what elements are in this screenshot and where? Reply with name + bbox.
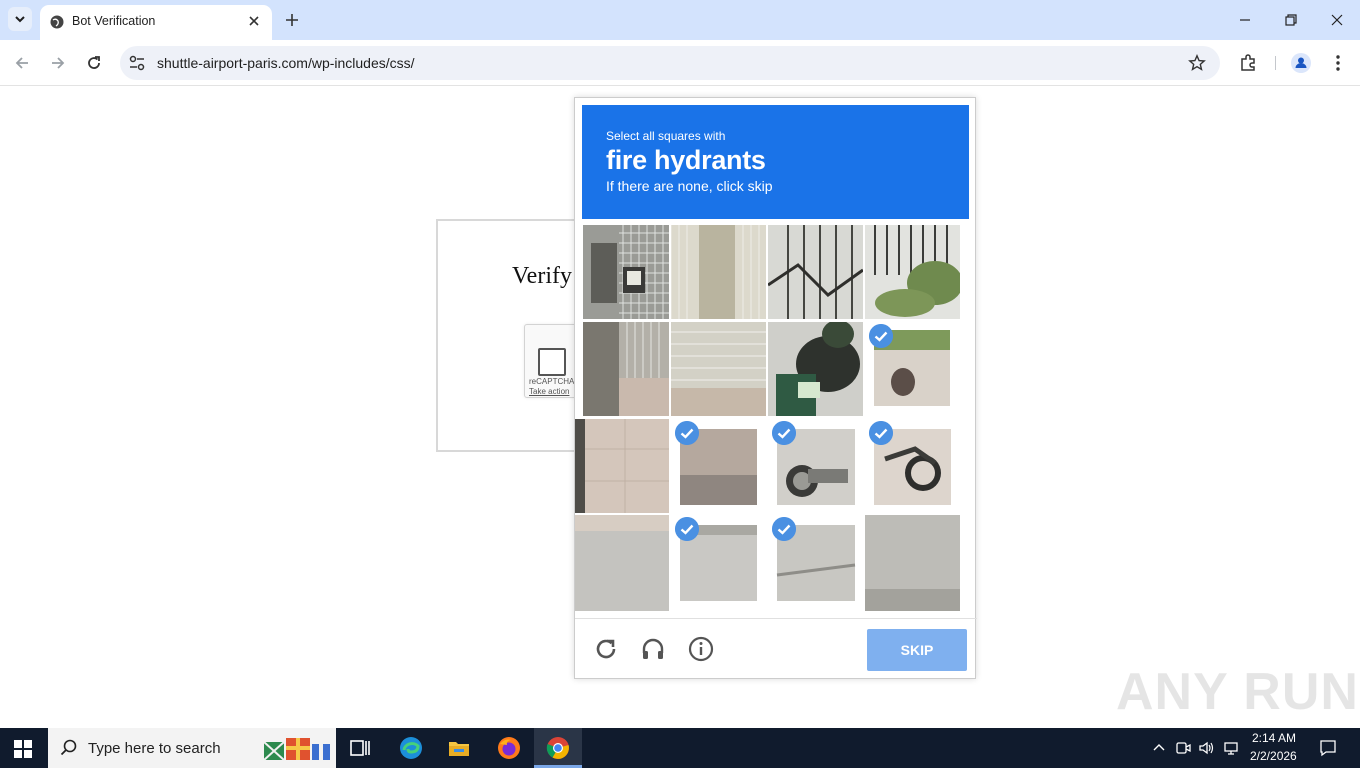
- gift-boxes-icon: [263, 738, 330, 761]
- network-icon[interactable]: [1223, 740, 1239, 756]
- tile-image: [865, 515, 960, 611]
- address-bar[interactable]: shuttle-airport-paris.com/wp-includes/cs…: [120, 46, 1220, 80]
- tile-image: [583, 322, 669, 416]
- site-info-icon[interactable]: [128, 54, 146, 72]
- tile-image: [865, 225, 960, 319]
- browser-toolbar: shuttle-airport-paris.com/wp-includes/cs…: [0, 40, 1360, 86]
- recaptcha-brand: reCAPTCHA: [529, 377, 575, 386]
- search-placeholder: Type here to search: [88, 740, 221, 757]
- challenge-instruction: Select all squares with: [606, 129, 726, 143]
- restore-icon[interactable]: [1282, 11, 1300, 29]
- meet-now-icon[interactable]: [1175, 740, 1191, 756]
- tile-image: [671, 322, 766, 416]
- selected-check-icon: [869, 421, 893, 445]
- toolbar-separator: [1275, 56, 1276, 70]
- grid-tile-6[interactable]: [671, 322, 766, 416]
- windows-start-icon[interactable]: [14, 740, 32, 758]
- info-icon[interactable]: [687, 635, 715, 663]
- chrome-icon: [546, 737, 569, 759]
- tray-chevron-up-icon[interactable]: [1151, 740, 1167, 756]
- reload-challenge-icon[interactable]: [592, 635, 620, 663]
- chevron-down-icon: [15, 16, 25, 23]
- grid-tile-3[interactable]: [768, 225, 863, 319]
- selected-check-icon: [675, 517, 699, 541]
- windows-taskbar: Type here to search 2:14 AM 2/2/2026: [0, 728, 1360, 768]
- grid-tile-7[interactable]: [768, 322, 863, 416]
- tile-image: [768, 322, 863, 416]
- selected-check-icon: [772, 517, 796, 541]
- selected-check-icon: [869, 324, 893, 348]
- tile-image: [575, 515, 669, 611]
- grid-tile-2[interactable]: [671, 225, 766, 319]
- tab-search-button[interactable]: [8, 7, 32, 31]
- edge-browser-icon[interactable]: [399, 736, 423, 760]
- file-explorer-icon[interactable]: [447, 736, 471, 760]
- recaptcha-checkbox[interactable]: [538, 348, 566, 376]
- globe-icon: [50, 15, 64, 29]
- firefox-icon[interactable]: [497, 736, 521, 760]
- reload-icon[interactable]: [84, 53, 104, 73]
- clock-date[interactable]: 2/2/2026: [1250, 749, 1297, 763]
- watermark: ANY RUN: [1116, 663, 1359, 721]
- tile-image: [768, 225, 863, 319]
- tab-close-icon[interactable]: [246, 13, 262, 29]
- tile-image: [671, 225, 766, 319]
- image-grid: [575, 225, 977, 615]
- grid-tile-5[interactable]: [583, 322, 669, 416]
- verification-card: Verify reCAPTCHA Take action: [436, 219, 604, 452]
- tab-strip: Bot Verification: [0, 0, 1360, 40]
- back-icon[interactable]: [12, 53, 32, 73]
- audio-challenge-icon[interactable]: [639, 635, 667, 663]
- new-tab-icon[interactable]: [283, 11, 301, 29]
- taskbar-search-box[interactable]: Type here to search: [48, 728, 336, 768]
- selected-check-icon: [675, 421, 699, 445]
- menu-kebab-icon[interactable]: [1328, 53, 1348, 73]
- recaptcha-action-link[interactable]: Take action: [529, 387, 569, 396]
- challenge-target: fire hydrants: [606, 145, 766, 175]
- task-view-icon[interactable]: [348, 736, 372, 760]
- volume-icon[interactable]: [1198, 740, 1214, 756]
- challenge-header: Select all squares with fire hydrants If…: [582, 105, 969, 219]
- clock-time[interactable]: 2:14 AM: [1252, 731, 1296, 745]
- challenge-hint: If there are none, click skip: [606, 178, 773, 194]
- grid-tile-9[interactable]: [575, 419, 669, 513]
- captcha-challenge-popup: Select all squares with fire hydrants If…: [574, 97, 977, 680]
- minimize-icon[interactable]: [1236, 11, 1254, 29]
- taskbar-chrome-active[interactable]: [534, 728, 582, 768]
- notifications-icon[interactable]: [1319, 739, 1337, 757]
- grid-tile-4[interactable]: [865, 225, 960, 319]
- profile-avatar-icon[interactable]: [1291, 53, 1311, 73]
- grid-tile-13[interactable]: [575, 515, 669, 611]
- skip-button[interactable]: SKIP: [867, 629, 967, 671]
- tile-image: [583, 225, 669, 319]
- grid-tile-16[interactable]: [865, 515, 960, 611]
- browser-tab[interactable]: Bot Verification: [40, 5, 272, 40]
- bookmark-star-icon[interactable]: [1188, 54, 1206, 72]
- page-heading: Verify: [512, 263, 572, 289]
- url-text: shuttle-airport-paris.com/wp-includes/cs…: [157, 55, 415, 71]
- grid-tile-1[interactable]: [583, 225, 669, 319]
- search-icon: [60, 739, 77, 756]
- extensions-icon[interactable]: [1238, 53, 1258, 73]
- forward-icon[interactable]: [48, 53, 68, 73]
- selected-check-icon: [772, 421, 796, 445]
- tab-title: Bot Verification: [72, 14, 156, 28]
- tile-image: [575, 419, 669, 513]
- close-window-icon[interactable]: [1328, 11, 1346, 29]
- challenge-footer: SKIP: [575, 618, 977, 680]
